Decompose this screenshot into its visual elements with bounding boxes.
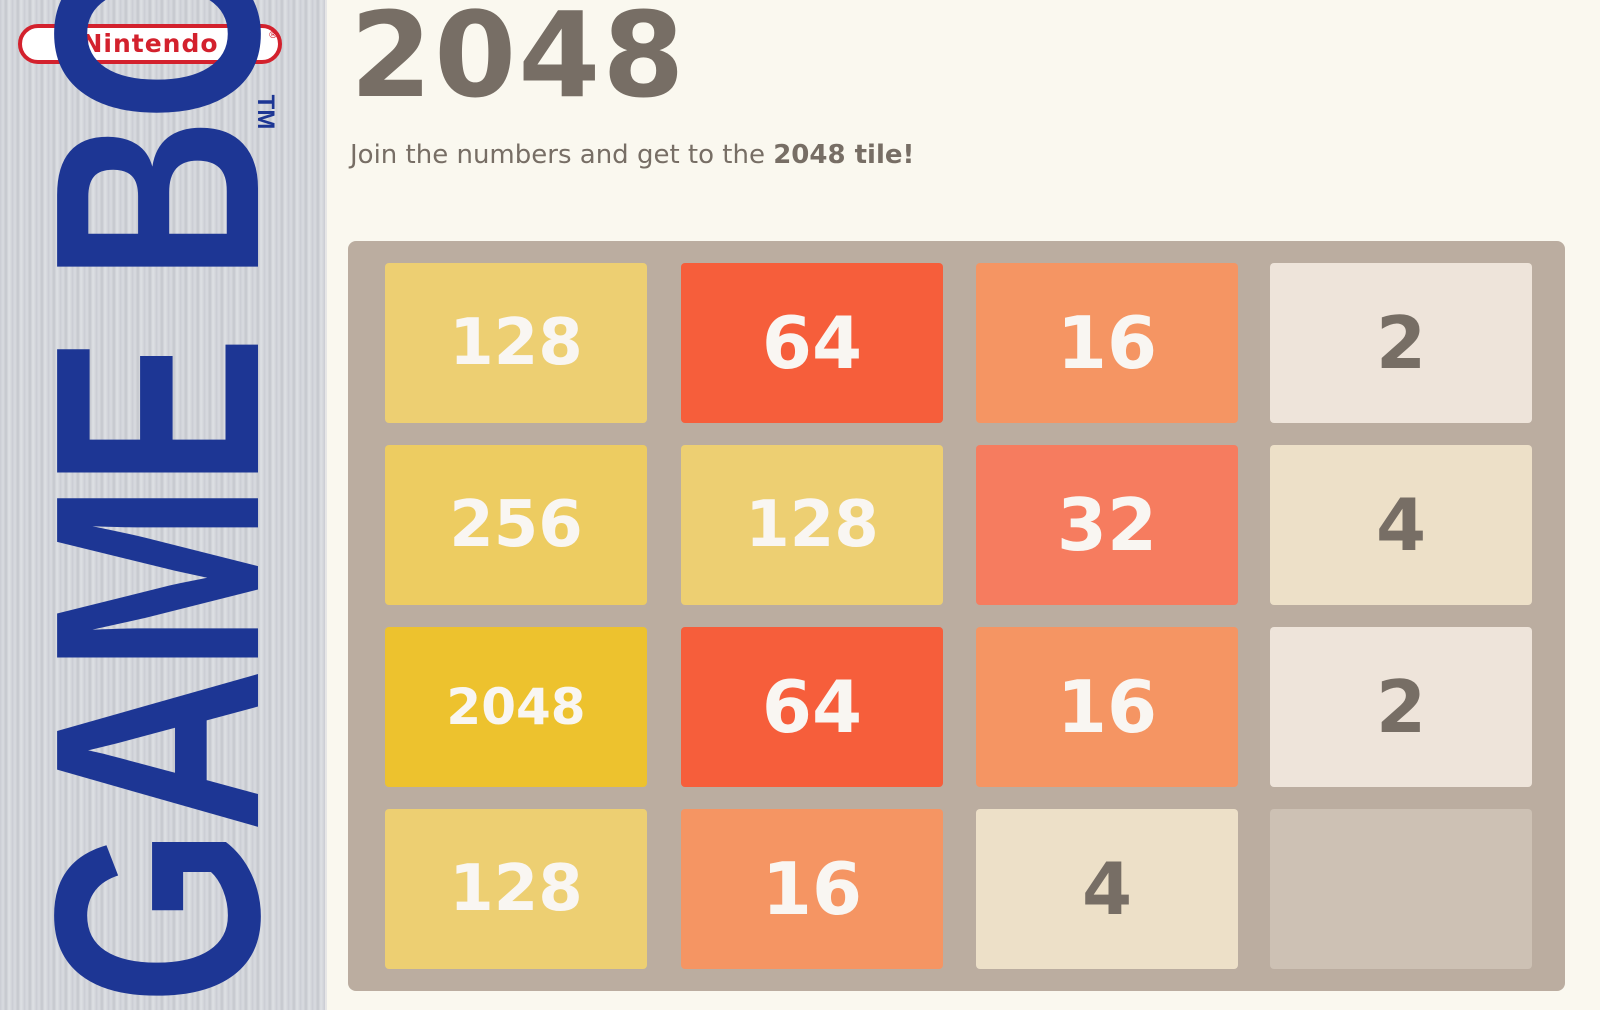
tile: 16 [681, 809, 943, 969]
game-intro: Join the numbers and get to the 2048 til… [350, 140, 914, 170]
tile: 16 [976, 627, 1238, 787]
tile: 64 [681, 263, 943, 423]
empty-cell [1270, 809, 1532, 969]
tile: 2 [1270, 627, 1532, 787]
tile: 4 [1270, 445, 1532, 605]
tile: 32 [976, 445, 1238, 605]
tile: 256 [385, 445, 647, 605]
tile: 128 [385, 263, 647, 423]
game-title: 2048 [350, 0, 687, 124]
intro-goal: 2048 tile! [773, 140, 915, 170]
trademark-mark: TM [252, 94, 279, 130]
intro-text: Join the numbers and get to the [350, 140, 774, 170]
page: Nintendo ® GAME BOY TM 2048 Join the num… [0, 0, 1600, 1010]
tile: 128 [681, 445, 943, 605]
tile: 16 [976, 263, 1238, 423]
tile: 128 [385, 809, 647, 969]
tile: 2 [1270, 263, 1532, 423]
gameboy-cartridge-strip: Nintendo ® GAME BOY TM [0, 0, 327, 1010]
tile: 4 [976, 809, 1238, 969]
tile: 64 [681, 627, 943, 787]
game-board[interactable]: 128 64 16 2 256 128 32 4 2048 64 16 2 12… [348, 241, 1565, 991]
tile: 2048 [385, 627, 647, 787]
gameboy-logo-wrap: GAME BOY [0, 0, 320, 1005]
gameboy-logo: GAME BOY [0, 0, 320, 1005]
